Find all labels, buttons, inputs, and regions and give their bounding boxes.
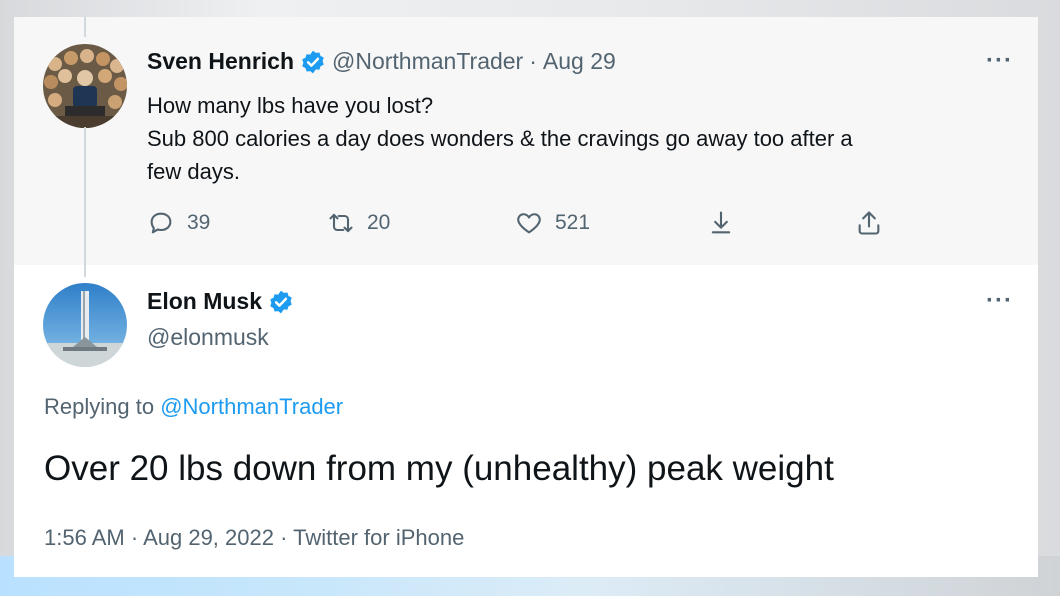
reply-icon <box>150 212 172 234</box>
thread-line-top <box>84 17 86 37</box>
main-more-icon[interactable]: ··· <box>986 287 1013 315</box>
like-count: 521 <box>555 211 591 234</box>
share-button[interactable] <box>855 209 883 237</box>
tweet-date[interactable]: Aug 29, 2022 <box>143 525 274 550</box>
retweet-icon <box>329 213 353 233</box>
reply-count: 39 <box>187 211 211 234</box>
parent-author-handle[interactable]: @NorthmanTrader <box>332 48 523 75</box>
main-handle-row: @elonmusk <box>147 324 269 351</box>
parent-date[interactable]: Aug 29 <box>543 48 616 75</box>
parent-text-line: Sub 800 calories a day does wonders & th… <box>147 126 853 151</box>
header-separator: · <box>529 48 537 74</box>
parent-avatar[interactable] <box>43 44 127 128</box>
parent-more-icon[interactable]: ··· <box>986 47 1013 75</box>
main-author-handle[interactable]: @elonmusk <box>147 324 269 351</box>
bookmark-icon <box>711 211 731 234</box>
parent-author-name[interactable]: Sven Henrich <box>147 48 294 75</box>
retweet-button[interactable]: 20 <box>327 209 390 237</box>
tweet-time[interactable]: 1:56 AM <box>44 525 125 550</box>
parent-header: Sven Henrich @NorthmanTrader · Aug 29 <box>147 48 616 75</box>
parent-action-bar: 39 20 521 <box>147 209 907 243</box>
like-button[interactable]: 521 <box>515 209 590 237</box>
main-tweet-text: Over 20 lbs down from my (unhealthy) pea… <box>44 449 834 488</box>
meta-separator: · <box>280 525 288 550</box>
heart-icon <box>517 213 541 234</box>
meta-separator: · <box>130 525 139 550</box>
replying-handle-link[interactable]: @NorthmanTrader <box>160 394 343 419</box>
bookmark-button[interactable] <box>707 209 735 237</box>
share-icon <box>858 211 880 235</box>
replying-to: Replying to @NorthmanTrader <box>44 394 343 420</box>
thread-line-connector <box>84 127 86 277</box>
parent-text-line: few days. <box>147 159 240 184</box>
main-author-name[interactable]: Elon Musk <box>147 288 262 315</box>
parent-tweet[interactable]: Sven Henrich @NorthmanTrader · Aug 29 ··… <box>14 17 1038 277</box>
verified-badge-icon <box>302 50 324 73</box>
verified-badge-icon <box>270 290 292 313</box>
reply-button[interactable]: 39 <box>147 209 210 237</box>
tweet-thread-card: Sven Henrich @NorthmanTrader · Aug 29 ··… <box>14 17 1038 577</box>
parent-tweet-text: How many lbs have you lost? Sub 800 calo… <box>147 89 1007 188</box>
main-avatar[interactable] <box>43 283 127 367</box>
replying-prefix: Replying to <box>44 394 155 419</box>
tweet-source[interactable]: Twitter for iPhone <box>293 525 464 550</box>
main-header: Elon Musk <box>147 288 294 315</box>
parent-text-line: How many lbs have you lost? <box>147 93 434 118</box>
tweet-meta: 1:56 AM · Aug 29, 2022 · Twitter for iPh… <box>44 525 464 551</box>
retweet-count: 20 <box>367 211 391 234</box>
